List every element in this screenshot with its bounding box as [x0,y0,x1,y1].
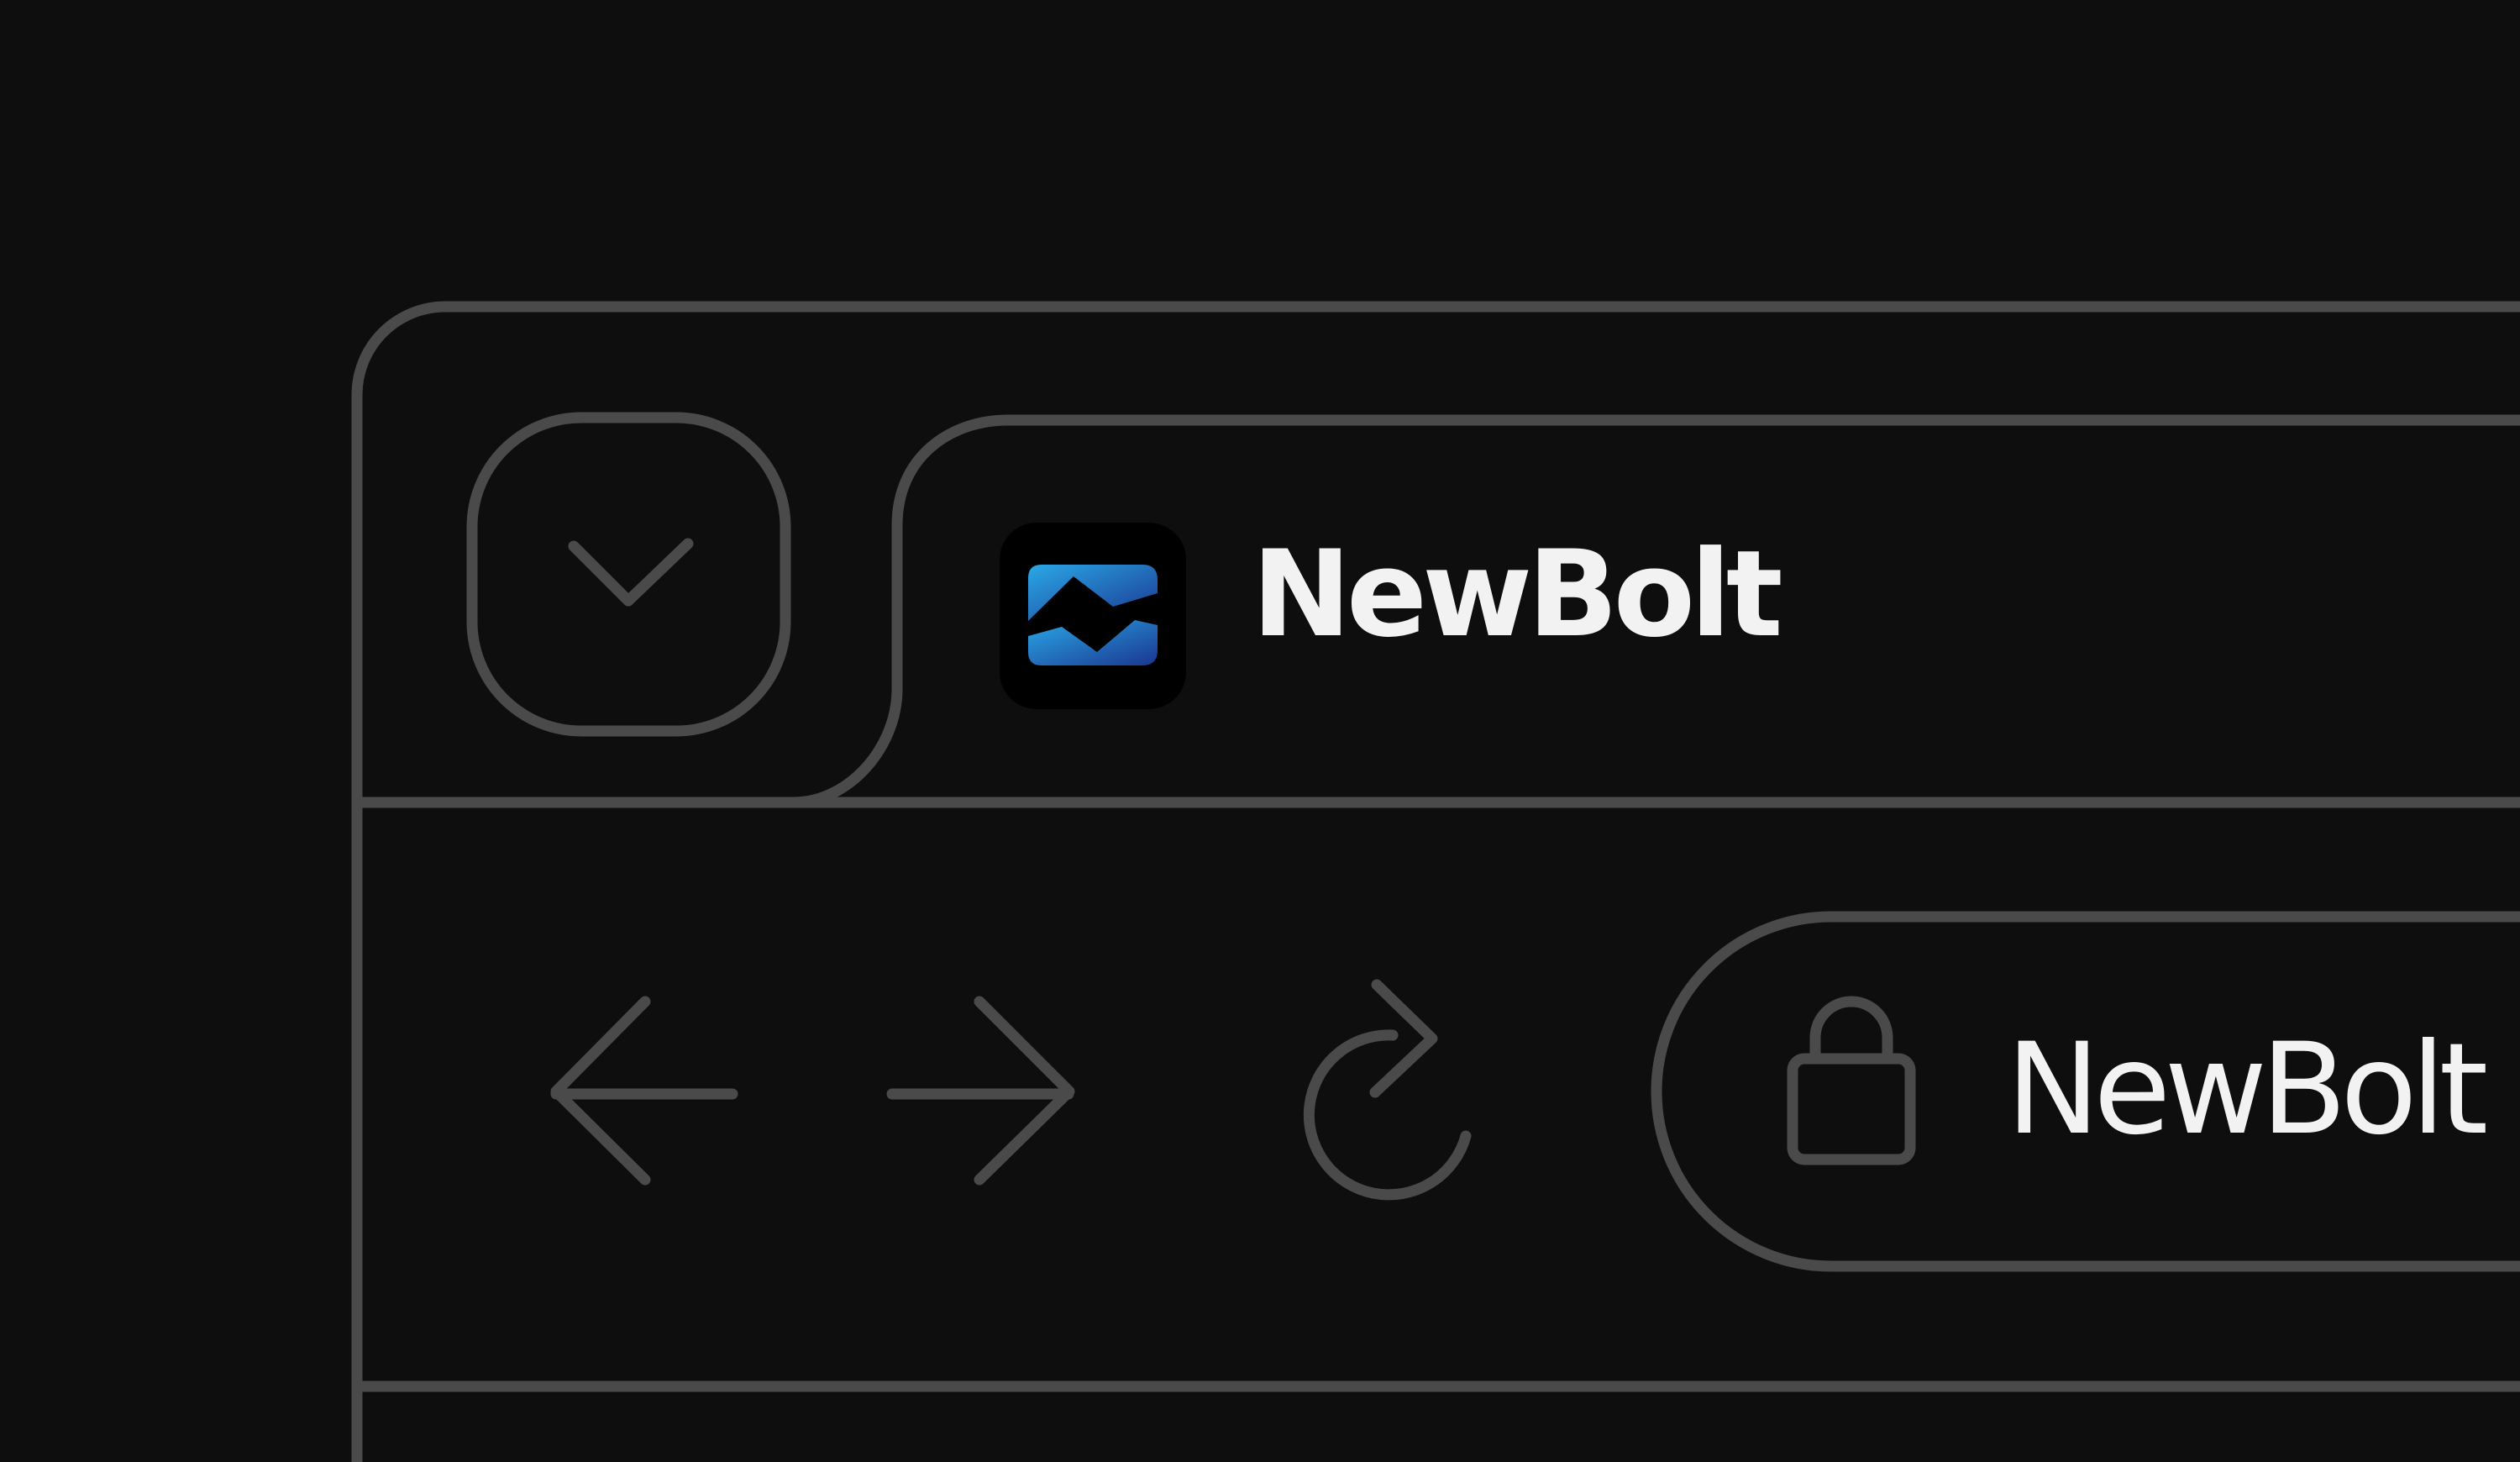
newbolt-logo [1000,523,1186,709]
browser-window-frame [351,301,2520,1462]
lock-icon [1787,996,1916,1165]
chevron-down-icon [568,538,694,607]
tab-dropdown-button[interactable] [466,412,791,737]
browser-screen: NewBolt NewBolt [0,0,2520,1462]
arrow-left-icon [550,996,738,1186]
back-button[interactable] [550,996,738,1186]
arrow-right-icon [886,996,1075,1186]
window-outline [351,301,2520,1462]
forward-button[interactable] [886,996,1075,1186]
tab-title: NewBolt [1252,525,1783,664]
address-bar-text[interactable]: NewBolt [2006,1027,2488,1153]
reload-button[interactable] [1303,979,1472,1201]
reload-icon [1303,979,1472,1201]
